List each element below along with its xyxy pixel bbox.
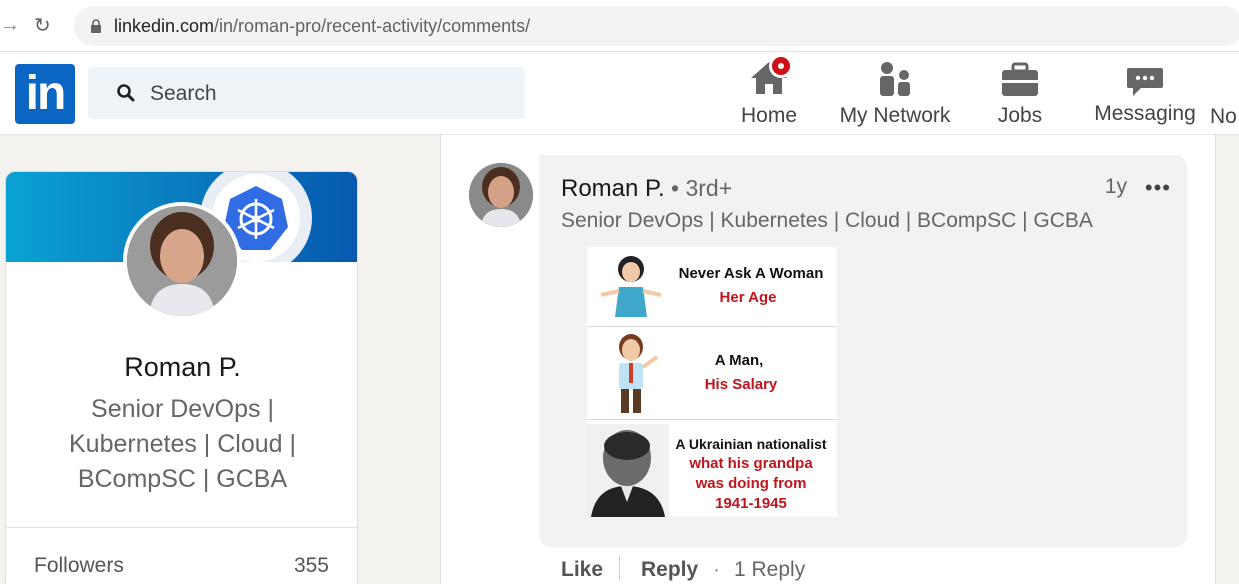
profile-headline: Senior DevOps | Kubernetes | Cloud | BCo…	[68, 395, 296, 493]
meme-text-3d: 1941-1945	[715, 495, 787, 512]
logo-text: in	[25, 67, 67, 120]
comment-author-headline: Senior DevOps | Kubernetes | Cloud | BCo…	[561, 209, 1093, 232]
meme-panel-woman: Never Ask A Woman Her Age	[587, 247, 837, 327]
nav-messaging-label: Messaging	[1094, 102, 1196, 125]
meme-text-3b: what his grandpa	[689, 455, 813, 472]
meme-text-3a: A Ukrainian nationalist	[675, 436, 827, 452]
linkedin-logo[interactable]: in	[15, 64, 75, 124]
portrait-photo	[587, 424, 669, 517]
nav-notifications[interactable]: No	[1210, 52, 1239, 135]
comment-timestamp: 1y	[1104, 175, 1127, 198]
nav-my-network-label: My Network	[839, 104, 951, 127]
connection-degree: • 3rd+	[664, 175, 733, 201]
people-icon	[880, 62, 910, 96]
meme-text-3c: was doing from	[695, 475, 807, 492]
replies-count-link[interactable]: 1 Reply	[734, 558, 805, 582]
profile-name[interactable]: Roman P.	[6, 352, 357, 383]
briefcase-icon	[1002, 62, 1038, 96]
nav-home-label: Home	[740, 104, 798, 127]
nav-home[interactable]: Home	[729, 52, 809, 135]
profile-photo	[127, 206, 237, 316]
linkedin-header: in Search Home My Network Jobs Messaging…	[0, 52, 1239, 135]
search-input[interactable]: Search	[88, 67, 525, 119]
more-options-icon[interactable]: •••	[1145, 175, 1171, 201]
nav-messaging[interactable]: Messaging	[1090, 52, 1200, 135]
chat-bubble-icon	[1127, 68, 1163, 96]
meme-panel-nationalist: A Ukrainian nationalist what his grandpa…	[587, 420, 837, 517]
action-dot: ·	[713, 558, 720, 581]
notification-dot	[769, 54, 793, 78]
meme-text-1b: Her Age	[719, 289, 777, 306]
nav-jobs-label: Jobs	[997, 104, 1043, 127]
comment-author-photo	[469, 163, 533, 227]
followers-count: 355	[293, 554, 329, 577]
card-divider	[6, 527, 357, 528]
comment-author-name[interactable]: Roman P.	[561, 175, 665, 202]
nav-jobs[interactable]: Jobs	[980, 52, 1060, 135]
comment-author[interactable]: Roman P. • 3rd+	[561, 175, 732, 203]
man-cartoon-icon	[619, 334, 659, 413]
profile-avatar[interactable]	[123, 202, 241, 320]
url-text: linkedin.com/in/roman-pro/recent-activit…	[114, 16, 530, 37]
meme-panel-man: A Man, His Salary	[587, 327, 837, 420]
url-path: /in/roman-pro/recent-activity/comments/	[214, 16, 531, 36]
like-button[interactable]: Like	[561, 558, 603, 582]
meme-text-2b: His Salary	[704, 376, 778, 393]
back-arrow-icon[interactable]: →	[0, 14, 20, 37]
nav-my-network[interactable]: My Network	[835, 52, 955, 135]
nav-notifications-label: No	[1210, 105, 1237, 128]
meme-text-1a: Never Ask A Woman	[678, 265, 824, 282]
lock-icon	[91, 19, 101, 33]
url-host: linkedin.com	[114, 16, 215, 36]
followers-label[interactable]: Followers	[34, 554, 124, 578]
browser-toolbar: → ↻ linkedin.com/in/roman-pro/recent-act…	[0, 0, 1239, 52]
comment-bubble: Roman P. • 3rd+ 1y ••• Senior DevOps | K…	[539, 155, 1187, 547]
comment-feed-card: Roman P. • 3rd+ 1y ••• Senior DevOps | K…	[440, 135, 1216, 584]
search-placeholder: Search	[150, 82, 217, 105]
woman-cartoon-icon	[600, 256, 662, 317]
meme-text-2a: A Man,	[714, 352, 764, 369]
reply-button[interactable]: Reply	[641, 558, 698, 582]
address-bar[interactable]: linkedin.com/in/roman-pro/recent-activit…	[74, 6, 1239, 46]
search-icon	[117, 84, 135, 102]
meme-image[interactable]: Never Ask A Woman Her Age A Man, His Sal…	[587, 247, 837, 517]
comment-author-avatar[interactable]	[469, 163, 533, 227]
profile-card: Roman P. Senior DevOps | Kubernetes | Cl…	[5, 171, 358, 584]
reload-icon[interactable]: ↻	[34, 13, 51, 38]
action-divider	[619, 555, 620, 581]
